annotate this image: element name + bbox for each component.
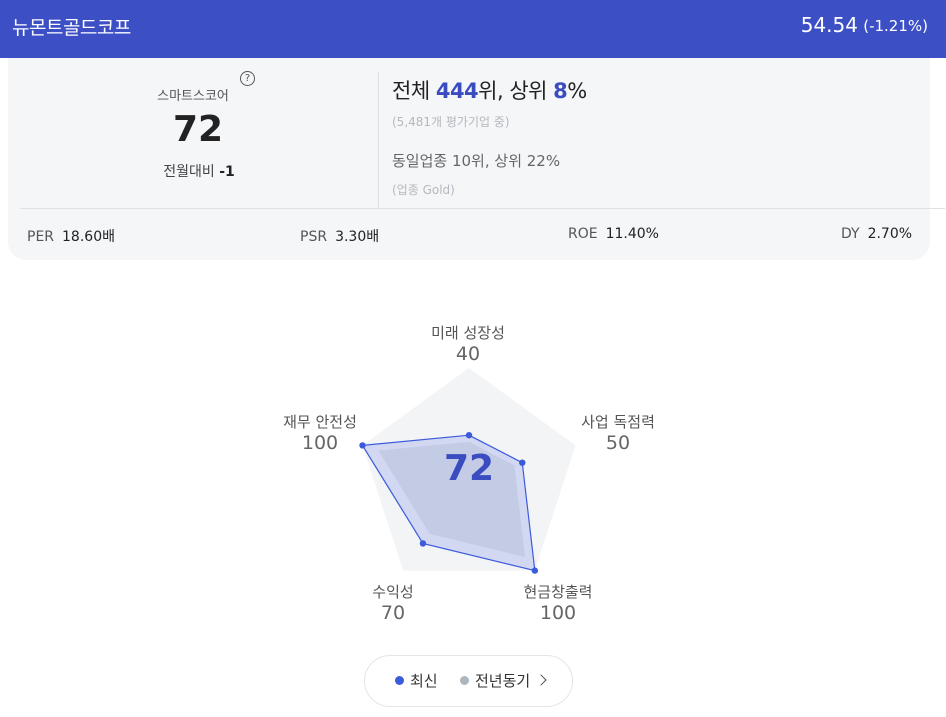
help-icon[interactable]: ? — [240, 71, 255, 86]
metric-value: 18.60배 — [62, 229, 115, 245]
industry-subtext: (업종 Gold) — [392, 183, 455, 197]
company-name: 뉴몬트골드코프 — [12, 17, 131, 39]
metric-psr: PSR 3.30배 — [300, 226, 379, 246]
rank-percent: 8 — [553, 79, 568, 103]
smart-score-label: 스마트스코어 — [157, 89, 229, 104]
metric-label: ROE — [568, 226, 598, 242]
divider — [378, 72, 379, 208]
metric-label: DY — [841, 226, 860, 242]
axis-value-cashflow: 100 — [539, 602, 577, 624]
radar-point — [465, 432, 473, 439]
axis-label-profitability: 수익성 — [372, 583, 414, 601]
axis-value-profitability: 70 — [380, 602, 406, 624]
metric-value: 3.30배 — [335, 229, 380, 245]
radar-chart: 미래 성장성 40 사업 독점력 50 현금창출력 100 수익성 70 재무 … — [0, 300, 946, 640]
axis-label-financial-safety: 재무 안전성 — [283, 413, 357, 431]
score-card: 스마트스코어 ? 72 전월대비 -1 전체 444위, 상위 8% (5,48… — [8, 58, 945, 260]
radar-point — [419, 540, 427, 547]
axis-value-growth: 40 — [455, 343, 481, 365]
divider — [20, 208, 945, 209]
rank-subtext: (5,481개 평가기업 중) — [392, 115, 510, 129]
metric-label: PSR — [300, 229, 328, 245]
mom-label: 전월대비 — [163, 164, 215, 180]
axis-value-moat: 50 — [605, 432, 631, 454]
chevron-right-icon[interactable] — [535, 674, 547, 686]
price-change: (-1.21%) — [863, 17, 928, 35]
legend-toggle[interactable]: 최신 전년동기 — [364, 655, 573, 707]
metric-roe: ROE 11.40% — [568, 226, 659, 242]
industry-rank: 동일업종 10위, 상위 22% — [392, 152, 561, 170]
rank-value: 444 — [435, 79, 479, 103]
axis-label-cashflow: 현금창출력 — [523, 583, 593, 601]
prior-dot-icon — [460, 676, 469, 685]
overall-rank: 전체 444위, 상위 8% — [392, 75, 587, 105]
metric-label: PER — [27, 229, 55, 245]
metric-value: 2.70% — [867, 226, 913, 242]
metric-per: PER 18.60배 — [27, 226, 115, 246]
smart-score-value: 72 — [172, 109, 224, 150]
rank-mid: 위, 상위 — [478, 79, 554, 103]
axis-label-growth: 미래 성장성 — [431, 324, 505, 342]
rank-suffix: % — [567, 79, 587, 103]
metric-dy: DY 2.70% — [841, 226, 912, 242]
legend-prior-year[interactable]: 전년동기 — [475, 670, 530, 691]
axis-value-financial-safety: 100 — [301, 432, 339, 454]
radar-point — [531, 567, 539, 574]
mom-value: -1 — [219, 164, 235, 180]
metric-value: 11.40% — [605, 226, 659, 242]
radar-point — [519, 459, 526, 466]
axis-label-moat: 사업 독점력 — [581, 413, 655, 431]
rank-prefix: 전체 — [392, 79, 436, 103]
legend-latest[interactable]: 최신 — [410, 670, 438, 691]
radar-center-score: 72 — [443, 448, 495, 489]
header-bar: 뉴몬트골드코프 54.54 (-1.21%) — [0, 0, 946, 58]
latest-dot-icon — [395, 676, 404, 685]
stock-price: 54.54 — [800, 13, 858, 37]
month-over-month: 전월대비 -1 — [8, 161, 390, 181]
